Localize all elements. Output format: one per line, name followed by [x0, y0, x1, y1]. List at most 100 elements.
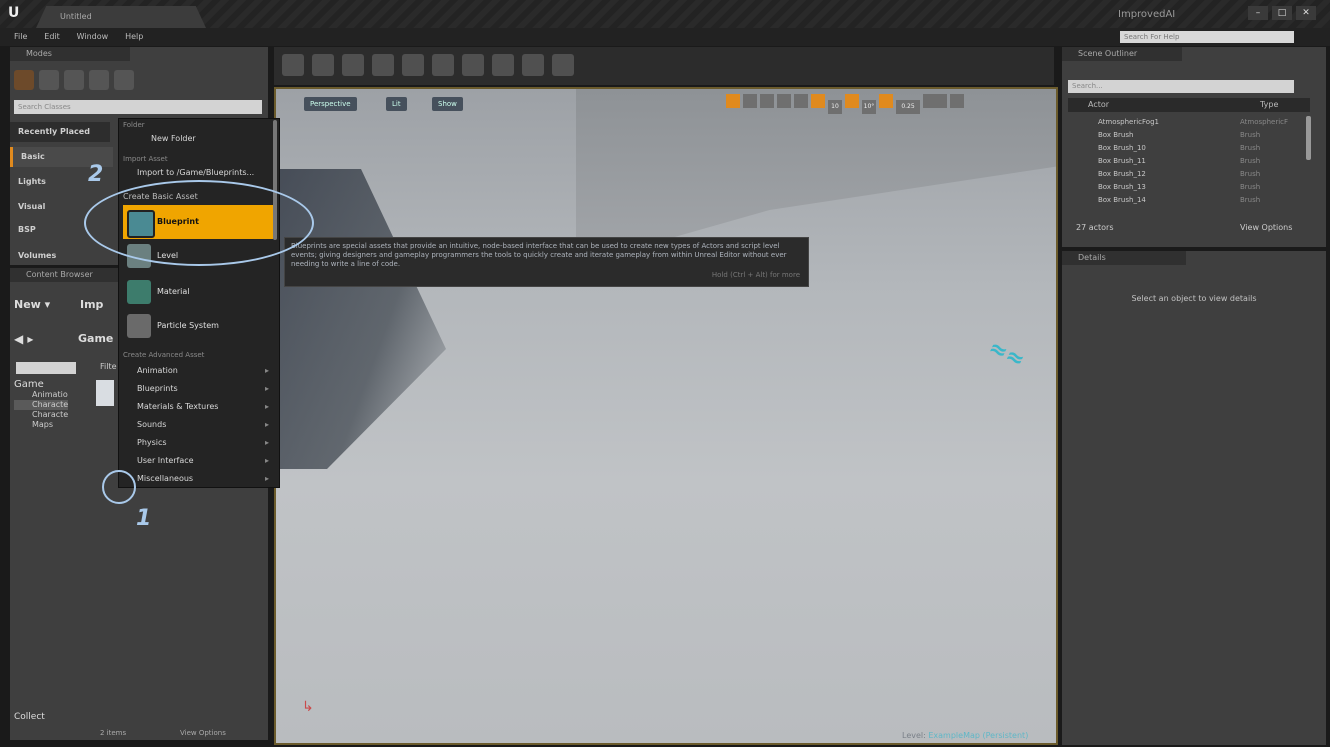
annotation-circle-1	[102, 470, 136, 504]
physics-label: Physics	[137, 438, 167, 447]
maximize-viewport-icon[interactable]	[950, 94, 964, 108]
rotation-snap-value[interactable]: 10°	[862, 100, 876, 114]
category-recently-placed[interactable]: Recently Placed	[10, 122, 110, 142]
materials-textures-item[interactable]: Materials & Textures ▸	[123, 399, 273, 415]
import-item[interactable]: Import to /Game/Blueprints...	[123, 165, 273, 181]
marketplace-icon[interactable]	[372, 54, 394, 76]
menu-window[interactable]: Window	[77, 28, 109, 46]
filters-button[interactable]: Filte	[100, 362, 117, 371]
content-icon[interactable]	[342, 54, 364, 76]
sounds-item[interactable]: Sounds ▸	[123, 417, 273, 433]
blueprints-icon[interactable]	[432, 54, 454, 76]
menu-section-import: Import Asset	[123, 155, 168, 163]
details-tab[interactable]: Details	[1062, 251, 1186, 265]
source-control-icon[interactable]	[312, 54, 334, 76]
menu-edit[interactable]: Edit	[44, 28, 60, 46]
document-tab[interactable]: Untitled	[36, 6, 206, 28]
player-start-icon[interactable]: ≈≈	[984, 335, 1050, 378]
tree-item[interactable]: Characte	[14, 400, 69, 410]
grid-size-value[interactable]: 10	[828, 100, 842, 114]
save-icon[interactable]	[282, 54, 304, 76]
actor-type: Brush	[1240, 196, 1261, 204]
play-icon[interactable]	[522, 54, 544, 76]
asset-thumbnail[interactable]	[96, 380, 114, 406]
table-row[interactable]: Box Brush_12 Brush	[1068, 168, 1304, 180]
surface-snap-icon[interactable]	[794, 94, 808, 108]
actor-name: Box Brush_12	[1098, 170, 1146, 178]
scale-snap-icon[interactable]	[879, 94, 893, 108]
lit-button[interactable]: Lit	[386, 97, 407, 111]
col-type[interactable]: Type	[1260, 98, 1278, 112]
settings-icon[interactable]	[402, 54, 424, 76]
camera-speed-icon[interactable]	[923, 94, 947, 108]
tree-item[interactable]: Characte	[14, 410, 68, 420]
collections-toggle[interactable]: Collect	[14, 712, 45, 722]
outliner-scrollbar[interactable]	[1306, 116, 1311, 160]
category-volumes[interactable]: Volumes	[10, 246, 110, 266]
actor-type: Brush	[1240, 131, 1261, 139]
scene-outliner-tab[interactable]: Scene Outliner	[1062, 47, 1182, 61]
tree-item[interactable]: Animatio	[14, 390, 68, 400]
user-interface-item[interactable]: User Interface ▸	[123, 453, 273, 469]
path-game[interactable]: Game	[78, 332, 113, 345]
animation-label: Animation	[137, 366, 178, 375]
maximize-icon[interactable]: □	[1272, 6, 1292, 20]
perspective-button[interactable]: Perspective	[304, 97, 357, 111]
scale-icon[interactable]	[760, 94, 774, 108]
place-mode-icon[interactable]	[14, 70, 34, 90]
particle-system-item[interactable]: Particle System	[123, 309, 273, 343]
miscellaneous-item[interactable]: Miscellaneous ▸	[123, 471, 273, 487]
show-button[interactable]: Show	[432, 97, 463, 111]
launch-icon[interactable]	[552, 54, 574, 76]
outliner-search-input[interactable]: Search...	[1068, 80, 1294, 93]
level-prefix: Level:	[902, 731, 926, 740]
rotate-icon[interactable]	[743, 94, 757, 108]
table-row[interactable]: Box Brush_14 Brush	[1068, 194, 1304, 206]
help-search-input[interactable]: Search For Help	[1120, 31, 1294, 43]
chevron-right-icon: ▸	[264, 402, 269, 411]
cb-view-options-button[interactable]: View Options	[180, 729, 226, 737]
material-item[interactable]: Material	[123, 275, 273, 309]
col-actor[interactable]: Actor	[1088, 98, 1109, 112]
matinee-icon[interactable]	[462, 54, 484, 76]
landscape-mode-icon[interactable]	[64, 70, 84, 90]
search-classes-input[interactable]: Search Classes	[14, 100, 262, 114]
grid-snap-icon[interactable]	[811, 94, 825, 108]
animation-item[interactable]: Animation ▸	[123, 363, 273, 379]
menu-file[interactable]: File	[14, 28, 27, 46]
new-folder-item[interactable]: New Folder	[123, 131, 273, 147]
paint-mode-icon[interactable]	[39, 70, 59, 90]
blueprints-item[interactable]: Blueprints ▸	[123, 381, 273, 397]
new-asset-button[interactable]: New ▾	[14, 298, 50, 311]
translate-icon[interactable]	[726, 94, 740, 108]
physics-item[interactable]: Physics ▸	[123, 435, 273, 451]
tree-item[interactable]: Maps	[14, 420, 68, 430]
minimize-icon[interactable]: –	[1248, 6, 1268, 20]
geometry-mode-icon[interactable]	[114, 70, 134, 90]
path-search-input[interactable]	[16, 362, 76, 374]
menu-help[interactable]: Help	[125, 28, 143, 46]
table-row[interactable]: AtmosphericFog1 AtmosphericF	[1068, 116, 1304, 128]
table-row[interactable]: Box Brush_10 Brush	[1068, 142, 1304, 154]
scale-snap-value[interactable]: 0.25	[896, 100, 920, 114]
foliage-mode-icon[interactable]	[89, 70, 109, 90]
rotation-snap-icon[interactable]	[845, 94, 859, 108]
chevron-right-icon: ▸	[264, 420, 269, 429]
outliner-view-options-button[interactable]: View Options	[1240, 223, 1292, 232]
table-row[interactable]: Box Brush_13 Brush	[1068, 181, 1304, 193]
table-row[interactable]: Box Brush Brush	[1068, 129, 1304, 141]
menu-section-advanced: Create Advanced Asset	[123, 351, 205, 359]
close-icon[interactable]: ✕	[1296, 6, 1316, 20]
world-local-icon[interactable]	[777, 94, 791, 108]
modes-tab[interactable]: Modes	[10, 47, 130, 61]
build-icon[interactable]	[492, 54, 514, 76]
user-interface-label: User Interface	[137, 456, 194, 465]
unreal-logo-icon[interactable]: U	[8, 5, 28, 23]
tree-root-game[interactable]: Game	[14, 380, 68, 390]
history-nav[interactable]: ◀ ▸	[14, 332, 33, 346]
table-row[interactable]: Box Brush_11 Brush	[1068, 155, 1304, 167]
content-browser-tab[interactable]: Content Browser	[10, 268, 130, 282]
level-viewport[interactable]: Perspective Lit Show ≈≈ ↳	[274, 87, 1058, 745]
import-button[interactable]: Imp	[80, 298, 103, 311]
window-controls: – □ ✕	[1244, 6, 1324, 22]
